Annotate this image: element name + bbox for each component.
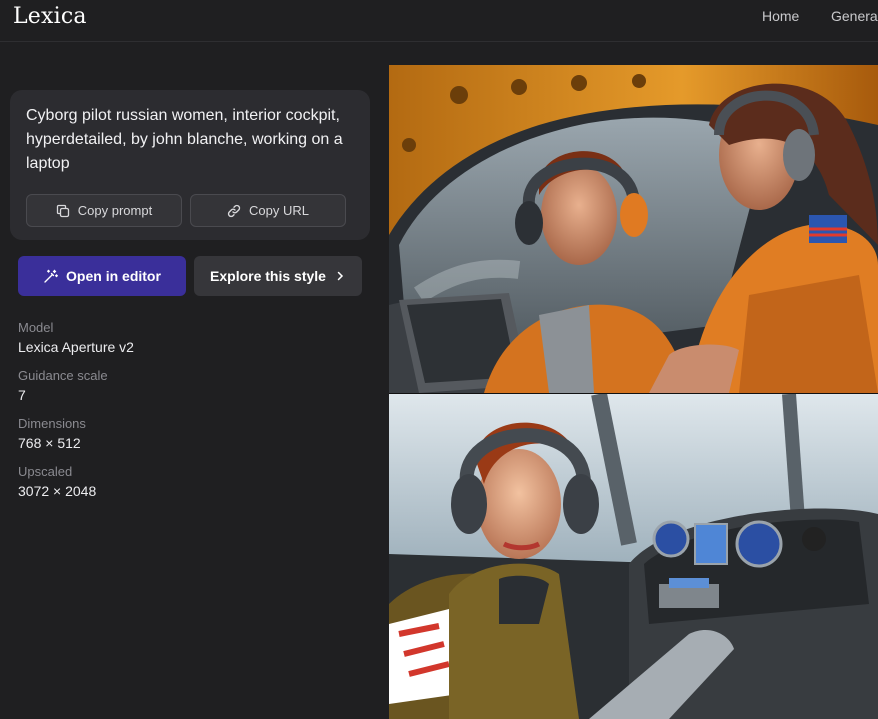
chevron-right-icon <box>337 271 344 281</box>
model-info: Model Lexica Aperture v2 <box>18 320 134 355</box>
link-icon <box>227 204 241 217</box>
dimensions-value: 768 × 512 <box>18 435 81 451</box>
upscaled-info: Upscaled 3072 × 2048 <box>18 464 96 499</box>
magic-wand-icon <box>44 269 58 283</box>
copy-icon <box>56 204 69 217</box>
generated-image-panel[interactable] <box>389 65 878 719</box>
copy-url-label: Copy URL <box>249 203 309 218</box>
open-in-editor-label: Open in editor <box>66 268 161 284</box>
explore-style-button[interactable]: Explore this style <box>194 256 362 296</box>
copy-url-button[interactable]: Copy URL <box>190 194 346 227</box>
lexica-logo[interactable]: Lexica <box>13 4 87 29</box>
model-label: Model <box>18 320 54 335</box>
upscaled-label: Upscaled <box>18 464 73 479</box>
generated-image-bottom[interactable] <box>389 394 878 719</box>
guidance-scale-info: Guidance scale 7 <box>18 368 108 403</box>
guidance-scale-value: 7 <box>18 387 26 403</box>
dimensions-info: Dimensions 768 × 512 <box>18 416 86 451</box>
prompt-card: Cyborg pilot russian women, interior coc… <box>10 90 370 240</box>
copy-prompt-button[interactable]: Copy prompt <box>26 194 182 227</box>
dimensions-label: Dimensions <box>18 416 86 431</box>
guidance-scale-label: Guidance scale <box>18 368 108 383</box>
prompt-text: Cyborg pilot russian women, interior coc… <box>26 107 343 172</box>
explore-style-label: Explore this style <box>210 268 326 284</box>
copy-prompt-label: Copy prompt <box>77 203 153 218</box>
nav-link-generate[interactable]: Genera <box>831 8 878 24</box>
nav-link-home[interactable]: Home <box>762 8 799 24</box>
open-in-editor-button[interactable]: Open in editor <box>18 256 186 296</box>
generated-image-top[interactable] <box>389 65 878 393</box>
model-value: Lexica Aperture v2 <box>18 339 134 355</box>
top-navigation-bar: Lexica Home Genera <box>0 0 878 42</box>
upscaled-value: 3072 × 2048 <box>18 483 97 499</box>
